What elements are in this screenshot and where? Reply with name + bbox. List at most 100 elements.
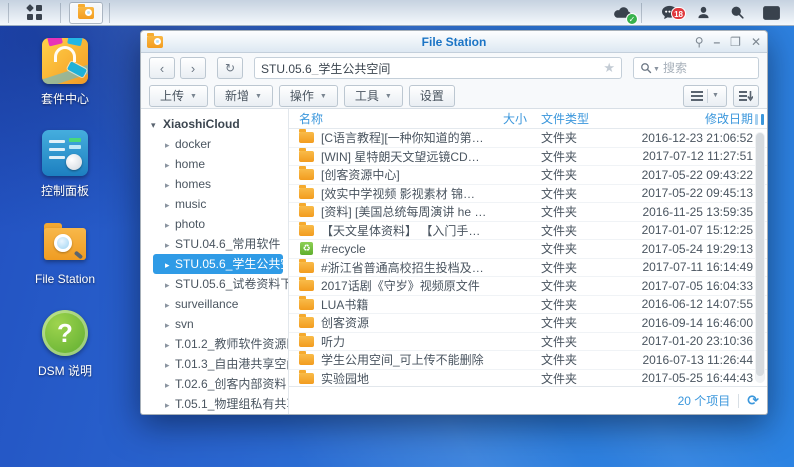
tree-expand-icon[interactable]: ▾ (151, 115, 163, 135)
widgets-button[interactable] (758, 0, 784, 26)
tools-button[interactable]: 工具 ▼ (344, 85, 403, 107)
forward-button[interactable]: › (180, 57, 206, 79)
taskbar-separator (109, 3, 110, 23)
search-button[interactable] (724, 0, 750, 26)
chevron-down-icon: ▼ (320, 93, 327, 100)
user-menu-button[interactable] (690, 0, 716, 26)
column-header-name[interactable]: 名称 (289, 110, 487, 127)
sidebar-item-docker[interactable]: ▸docker (141, 134, 288, 154)
chevron-down-icon: ▼ (190, 93, 197, 100)
table-row[interactable]: 学生公用空间_可上传不能删除 文件夹 2016-07-13 11:26:44 (289, 351, 767, 370)
desktop-icon-package-center[interactable]: 套件中心 (0, 38, 130, 107)
tree-collapsed-icon[interactable]: ▸ (165, 375, 175, 394)
desktop-background: ✓ 18 (0, 0, 794, 467)
sidebar-item-surveillance[interactable]: ▸surveillance (141, 294, 288, 314)
column-header-type[interactable]: 文件类型 (527, 110, 627, 127)
table-row[interactable]: [创客资源中心] 文件夹 2017-05-22 09:43:22 (289, 166, 767, 185)
tree-collapsed-icon[interactable]: ▸ (165, 275, 175, 294)
sidebar-item-stu056-selected[interactable]: ▸STU.05.6_学生公共空间 (153, 254, 283, 274)
minimize-button[interactable]: – (713, 36, 720, 48)
table-row[interactable]: 创客资源 文件夹 2016-09-14 16:46:00 (289, 314, 767, 333)
table-row[interactable]: 【天文星体资料】 【入门手册】 文件夹 2017-01-07 15:12:25 (289, 222, 767, 241)
create-button[interactable]: 新增 ▼ (214, 85, 273, 107)
tree-collapsed-icon[interactable]: ▸ (165, 335, 175, 354)
search-box[interactable]: ▼ (633, 57, 759, 79)
sort-button[interactable] (733, 85, 759, 107)
tree-collapsed-icon[interactable]: ▸ (165, 315, 175, 334)
cloud-sync-button[interactable]: ✓ (609, 0, 635, 26)
sidebar-item-t013[interactable]: ▸T.01.3_自由港共享空间 (141, 354, 288, 374)
table-row[interactable]: 实验园地 文件夹 2017-05-25 16:44:43 (289, 370, 767, 387)
sidebar-item-stu056-download[interactable]: ▸STU.05.6_试卷资料下载 (141, 274, 288, 294)
maximize-button[interactable]: ❐ (730, 36, 741, 48)
tree-collapsed-icon[interactable]: ▸ (165, 135, 175, 154)
tree-collapsed-icon[interactable]: ▸ (165, 255, 175, 274)
favorite-star-icon[interactable]: ★ (603, 60, 615, 76)
path-input[interactable] (261, 61, 603, 75)
desktop-icon-label: 套件中心 (41, 90, 89, 107)
main-menu-button[interactable] (15, 0, 54, 26)
file-name: #recycle (321, 242, 366, 256)
tree-collapsed-icon[interactable]: ▸ (165, 235, 175, 254)
settings-button[interactable]: 设置 (409, 85, 455, 107)
tree-collapsed-icon[interactable]: ▸ (165, 195, 175, 214)
sidebar-item-photo[interactable]: ▸photo (141, 214, 288, 234)
file-name: [创客资源中心] (321, 166, 400, 183)
upload-button[interactable]: 上传 ▼ (149, 85, 208, 107)
sidebar-root-xiaoshicloud[interactable]: ▾XiaoshiCloud (141, 114, 288, 134)
sidebar-item-t051[interactable]: ▸T.05.1_物理组私有共享空 (141, 394, 288, 414)
file-date: 2017-01-20 23:10:36 (627, 334, 753, 348)
window-titlebar[interactable]: File Station ⚲ – ❐ ✕ (141, 31, 767, 53)
tree-collapsed-icon[interactable]: ▸ (165, 395, 175, 414)
table-row[interactable]: [效实中学视频 影视素材 锦集] [... 文件夹 2017-05-22 09:… (289, 185, 767, 204)
table-row[interactable]: 听力 文件夹 2017-01-20 23:10:36 (289, 333, 767, 352)
action-button[interactable]: 操作 ▼ (279, 85, 338, 107)
column-settings-icon[interactable] (755, 114, 764, 125)
table-row[interactable]: #浙江省普通高校招生投档及分数... 文件夹 2017-07-11 16:14:… (289, 259, 767, 278)
sidebar-item-svn[interactable]: ▸svn (141, 314, 288, 334)
tree-collapsed-icon[interactable]: ▸ (165, 175, 175, 194)
view-mode-button[interactable]: ▼ (683, 85, 727, 107)
refresh-list-icon[interactable]: ⟳ (747, 392, 759, 409)
file-type: 文件夹 (527, 296, 627, 313)
column-header-date[interactable]: 修改日期 (627, 110, 753, 127)
sidebar-item-label: homes (175, 177, 211, 191)
table-row[interactable]: ♻︎#recycle 文件夹 2017-05-24 19:29:13 (289, 240, 767, 259)
search-scope-caret-icon[interactable]: ▼ (653, 66, 660, 73)
navigation-bar: ‹ › ↻ ★ ▼ (141, 53, 767, 83)
window-controls: ⚲ – ❐ ✕ (695, 36, 761, 48)
path-field[interactable]: ★ (254, 57, 622, 79)
sidebar-item-stu046[interactable]: ▸STU.04.6_常用软件 (141, 234, 288, 254)
tree-collapsed-icon[interactable]: ▸ (165, 355, 175, 374)
sidebar-item-home[interactable]: ▸home (141, 154, 288, 174)
column-header-size[interactable]: 大小 (487, 110, 527, 127)
sidebar-item-t026[interactable]: ▸T.02.6_创客内部资料 (141, 374, 288, 394)
sidebar-item-t012[interactable]: ▸T.01.2_教师软件资源区 (141, 334, 288, 354)
scrollbar-thumb[interactable] (756, 133, 764, 376)
table-row[interactable]: 2017话剧《守岁》视频原文件 文件夹 2017-07-05 16:04:33 (289, 277, 767, 296)
scrollbar-track[interactable] (755, 132, 765, 383)
refresh-button[interactable]: ↻ (217, 57, 243, 79)
desktop-icon-dsm-help[interactable]: ? DSM 说明 (0, 310, 130, 379)
file-date: 2016-12-23 21:06:52 (627, 131, 753, 145)
desktop-icon-file-station[interactable]: File Station (0, 220, 130, 286)
tree-collapsed-icon[interactable]: ▸ (165, 295, 175, 314)
tree-collapsed-icon[interactable]: ▸ (165, 155, 175, 174)
tree-collapsed-icon[interactable]: ▸ (165, 215, 175, 234)
table-row[interactable]: [C语言教程][一种你知道的第N+... 文件夹 2016-12-23 21:0… (289, 129, 767, 148)
folder-icon (299, 336, 314, 347)
table-row[interactable]: [资料] [美国总统每周演讲 he Pr... 文件夹 2016-11-25 1… (289, 203, 767, 222)
search-input[interactable] (663, 61, 733, 75)
button-divider (707, 89, 708, 103)
desktop-icon-control-panel[interactable]: 控制面板 (0, 130, 130, 199)
file-type: 文件夹 (527, 222, 627, 239)
close-button[interactable]: ✕ (751, 36, 761, 48)
pin-window-button[interactable]: ⚲ (695, 36, 704, 48)
notifications-button[interactable]: 18 (656, 0, 682, 26)
table-row[interactable]: LUA书籍 文件夹 2016-06-12 14:07:55 (289, 296, 767, 315)
sidebar-item-homes[interactable]: ▸homes (141, 174, 288, 194)
back-button[interactable]: ‹ (149, 57, 175, 79)
table-row[interactable]: [WIN] 星特朗天文望远镜CD软件 文件夹 2017-07-12 11:27:… (289, 148, 767, 167)
sidebar-item-music[interactable]: ▸music (141, 194, 288, 214)
taskbar-file-station-button[interactable] (69, 2, 103, 24)
